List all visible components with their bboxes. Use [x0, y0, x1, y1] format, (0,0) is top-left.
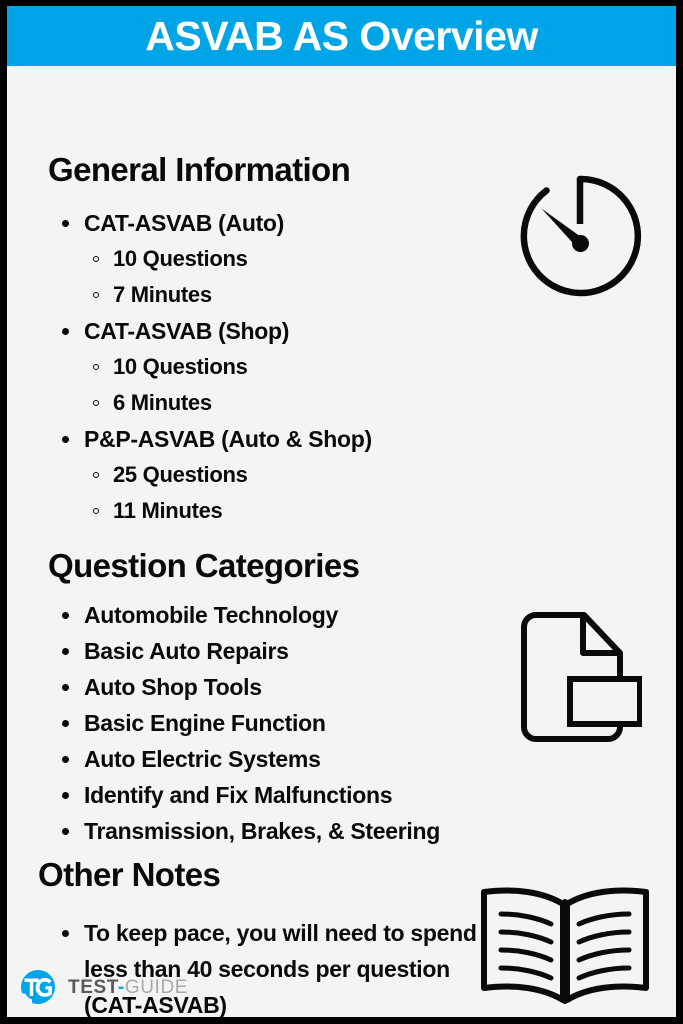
- footer-branding: TEST-GUIDE: [20, 969, 188, 1005]
- test-guide-logo-icon: [20, 969, 56, 1005]
- sub-list-item: 6 Minutes: [84, 385, 468, 421]
- list-item: Identify and Fix Malfunctions: [48, 777, 518, 813]
- section-heading-other-notes: Other Notes: [38, 856, 221, 893]
- bullet-disc-icon: [62, 328, 69, 335]
- list-item: Auto Shop Tools: [48, 669, 518, 705]
- general-information-list: CAT-ASVAB (Auto) 10 Questions 7 Minutes: [48, 205, 468, 529]
- wordmark-dash: -: [117, 976, 125, 998]
- bullet-disc-icon: [62, 930, 69, 937]
- bullet-disc-icon: [62, 828, 69, 835]
- bullet-circle-icon: [93, 292, 99, 298]
- list-item-label: Transmission, Brakes, & Steering: [84, 818, 440, 844]
- bullet-circle-icon: [93, 508, 99, 514]
- sub-list: 25 Questions 11 Minutes: [84, 457, 468, 529]
- bullet-disc-icon: [62, 792, 69, 799]
- question-categories-list: Automobile Technology Basic Auto Repairs…: [48, 597, 518, 849]
- sub-list-item-label: 10 Questions: [113, 246, 248, 271]
- list-item: CAT-ASVAB (Auto) 10 Questions 7 Minutes: [48, 205, 468, 313]
- header-banner: ASVAB AS Overview: [7, 6, 676, 66]
- sub-list: 10 Questions 6 Minutes: [84, 349, 468, 421]
- bullet-disc-icon: [62, 648, 69, 655]
- list-item-label: Auto Electric Systems: [84, 746, 321, 772]
- sub-list-item-label: 11 Minutes: [113, 498, 223, 523]
- bullet-circle-icon: [93, 256, 99, 262]
- list-item: Transmission, Brakes, & Steering: [48, 813, 518, 849]
- document-icon: [512, 609, 643, 759]
- list-item: P&P-ASVAB (Auto & Shop) 25 Questions 11 …: [48, 421, 468, 529]
- sub-list-item-label: 25 Questions: [113, 462, 248, 487]
- sub-list-item-label: 6 Minutes: [113, 390, 212, 415]
- list-item-label: P&P-ASVAB (Auto & Shop): [84, 426, 372, 452]
- list-item: Basic Auto Repairs: [48, 633, 518, 669]
- bullet-disc-icon: [62, 612, 69, 619]
- bullet-disc-icon: [62, 756, 69, 763]
- list-item-label: CAT-ASVAB (Auto): [84, 210, 285, 236]
- bullet-circle-icon: [93, 400, 99, 406]
- infographic-sheet: ASVAB AS Overview General Information CA…: [7, 6, 676, 1017]
- section-heading-general-information: General Information: [48, 151, 351, 188]
- question-categories-group-list: Automobile Technology Basic Auto Repairs…: [48, 597, 518, 849]
- list-item-label: CAT-ASVAB (Shop): [84, 318, 290, 344]
- sub-list-item: 10 Questions: [84, 349, 468, 385]
- page-title: ASVAB AS Overview: [145, 12, 538, 59]
- bullet-disc-icon: [62, 684, 69, 691]
- list-item: Basic Engine Function: [48, 705, 518, 741]
- bullet-circle-icon: [93, 364, 99, 370]
- list-item-label: Identify and Fix Malfunctions: [84, 782, 393, 808]
- bullet-disc-icon: [62, 436, 69, 443]
- wordmark-test: TEST: [68, 976, 118, 998]
- sub-list: 10 Questions 7 Minutes: [84, 241, 468, 313]
- bullet-disc-icon: [62, 720, 69, 727]
- sub-list-item: 11 Minutes: [84, 493, 468, 529]
- timer-icon: [505, 166, 655, 311]
- infographic-page: ASVAB AS Overview General Information CA…: [0, 0, 683, 1024]
- sub-list-item: 10 Questions: [84, 241, 468, 277]
- sub-list-item-label: 7 Minutes: [113, 282, 212, 307]
- general-info-group-list: CAT-ASVAB (Auto) 10 Questions 7 Minutes: [48, 205, 468, 529]
- list-item-label: Auto Shop Tools: [84, 674, 262, 700]
- wordmark-guide: GUIDE: [124, 976, 189, 998]
- section-heading-question-categories: Question Categories: [48, 547, 360, 584]
- wordmark: TEST-GUIDE: [68, 978, 188, 997]
- sub-list-item: 25 Questions: [84, 457, 468, 493]
- list-item: CAT-ASVAB (Shop) 10 Questions 6 Minutes: [48, 313, 468, 421]
- sub-list-item-label: 10 Questions: [113, 354, 248, 379]
- bullet-circle-icon: [93, 472, 99, 478]
- list-item-label: Basic Auto Repairs: [84, 638, 289, 664]
- list-item: Auto Electric Systems: [48, 741, 518, 777]
- sub-list-item: 7 Minutes: [84, 277, 468, 313]
- list-item: Automobile Technology: [48, 597, 518, 633]
- bullet-disc-icon: [62, 220, 69, 227]
- list-item-label: Automobile Technology: [84, 602, 338, 628]
- list-item-label: Basic Engine Function: [84, 710, 326, 736]
